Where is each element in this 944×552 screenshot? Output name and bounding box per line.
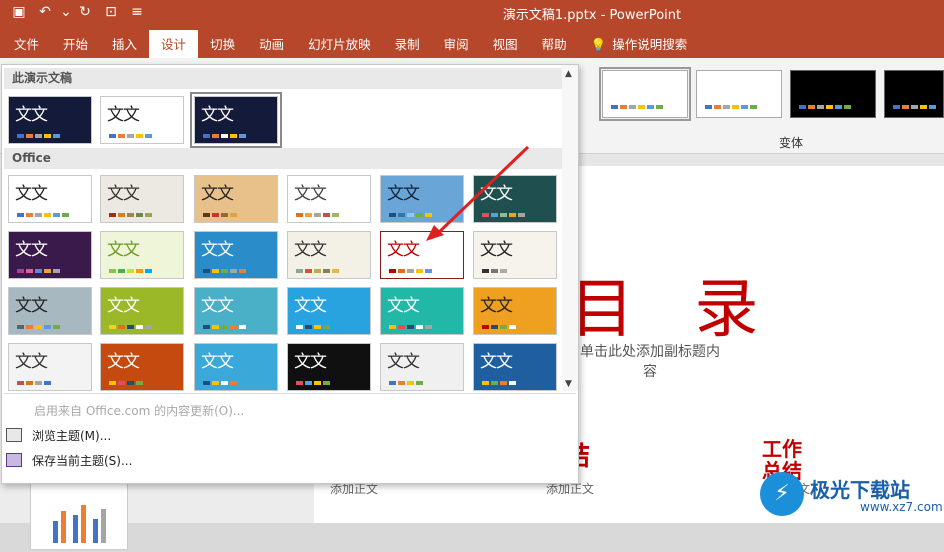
slide-subtitle-placeholder[interactable]: 单击此处添加副标题内容 xyxy=(580,342,720,382)
theme-thumbnail[interactable]: 文文 xyxy=(8,175,92,223)
tab-review[interactable]: 审阅 xyxy=(432,32,481,58)
theme-thumbnail[interactable]: 文文 xyxy=(194,287,278,335)
theme-thumbnail[interactable]: 文文 xyxy=(380,287,464,335)
browse-themes-icon xyxy=(6,428,22,442)
theme-thumbnail[interactable]: 文文 xyxy=(100,287,184,335)
theme-gallery-dropdown: 此演示文稿 文文 文文 文文 Office 文文 文文 文文 文文 文文 文文 … xyxy=(1,64,579,484)
menu-item-enable-updates: 启用来自 Office.com 的内容更新(O)... xyxy=(34,403,245,418)
tab-record[interactable]: 录制 xyxy=(383,32,432,58)
watermark-logo-icon: ⚡ xyxy=(760,472,804,516)
theme-thumbnail[interactable]: 文文 xyxy=(380,343,464,391)
theme-thumbnail[interactable]: 文文 xyxy=(194,231,278,279)
ribbon-tabs: 文件 开始 插入 设计 切换 动画 幻灯片放映 录制 审阅 视图 帮助 💡 操作… xyxy=(0,26,944,60)
tab-home[interactable]: 开始 xyxy=(51,32,100,58)
tab-animations[interactable]: 动画 xyxy=(247,32,296,58)
browse-themes-label: 浏览主题(M)... xyxy=(32,428,112,443)
theme-thumbnail[interactable]: 文文 xyxy=(287,287,371,335)
scroll-down-icon[interactable]: ▼ xyxy=(565,379,572,389)
theme-thumbnail[interactable]: 文文 xyxy=(8,96,92,144)
theme-thumbnail[interactable]: 文文 xyxy=(287,175,371,223)
tab-insert[interactable]: 插入 xyxy=(100,32,149,58)
theme-thumbnail-current[interactable]: 文文 xyxy=(190,92,282,148)
lightbulb-icon: 💡 xyxy=(590,37,607,52)
theme-thumbnail[interactable]: 文文 xyxy=(8,343,92,391)
theme-thumbnail[interactable]: 文文 xyxy=(287,343,371,391)
theme-thumbnail[interactable]: 文文 xyxy=(8,231,92,279)
theme-thumbnail[interactable]: 文文 xyxy=(287,231,371,279)
tell-me-search[interactable]: 💡 操作说明搜索 xyxy=(579,32,700,58)
save-theme-label: 保存当前主题(S)... xyxy=(32,453,133,468)
menu-item-save-theme[interactable]: 保存当前主题(S)... xyxy=(6,449,132,471)
slide-thumbnail[interactable] xyxy=(30,480,128,550)
tab-help[interactable]: 帮助 xyxy=(530,32,579,58)
slide-title[interactable]: 目 录 xyxy=(570,258,778,350)
red-arrow-annotation-icon xyxy=(426,145,530,241)
theme-thumbnail[interactable]: 文文 xyxy=(8,287,92,335)
site-watermark: ⚡ 极光下载站 www.xz7.com xyxy=(760,470,943,520)
section-header-this-presentation: 此演示文稿 xyxy=(4,68,562,89)
theme-thumbnail[interactable]: 文文 xyxy=(100,343,184,391)
theme-thumbnail[interactable]: 文文 xyxy=(473,343,557,391)
chart-thumbnail-icon xyxy=(53,505,106,543)
variants-group-label: 变体 xyxy=(778,136,803,150)
window-title: 演示文稿1.pptx - PowerPoint xyxy=(502,8,682,23)
watermark-url: www.xz7.com xyxy=(860,500,943,514)
theme-thumbnail[interactable]: 文文 xyxy=(100,231,184,279)
title-bar: ▣ ↶ ⌄ ↻ ⊡ ≡ 演示文稿1.pptx - PowerPoint xyxy=(0,0,944,26)
theme-thumbnail[interactable]: 文文 xyxy=(194,343,278,391)
tab-design[interactable]: 设计 xyxy=(149,30,199,60)
theme-thumbnail[interactable]: 文文 xyxy=(100,175,184,223)
theme-thumbnail[interactable]: 文文 xyxy=(473,287,557,335)
tab-view[interactable]: 视图 xyxy=(481,32,530,58)
tab-transitions[interactable]: 切换 xyxy=(198,32,247,58)
variant-thumbnail[interactable] xyxy=(790,70,876,118)
variant-thumbnail[interactable] xyxy=(599,67,691,121)
variant-thumbnail[interactable] xyxy=(696,70,782,118)
gallery-scrollbar[interactable] xyxy=(562,65,578,391)
theme-thumbnail[interactable]: 文文 xyxy=(100,96,184,144)
tell-me-label: 操作说明搜索 xyxy=(612,37,688,52)
tab-slideshow[interactable]: 幻灯片放映 xyxy=(296,32,383,58)
watermark-text: 极光下载站 xyxy=(810,478,910,502)
tab-file[interactable]: 文件 xyxy=(2,32,51,58)
save-theme-icon xyxy=(6,453,22,467)
theme-thumbnail[interactable]: 文文 xyxy=(194,175,278,223)
scroll-up-icon[interactable]: ▲ xyxy=(565,69,572,79)
menu-divider xyxy=(4,393,576,394)
menu-item-browse-themes[interactable]: 浏览主题(M)... xyxy=(6,424,111,446)
variant-thumbnail[interactable] xyxy=(884,70,944,118)
